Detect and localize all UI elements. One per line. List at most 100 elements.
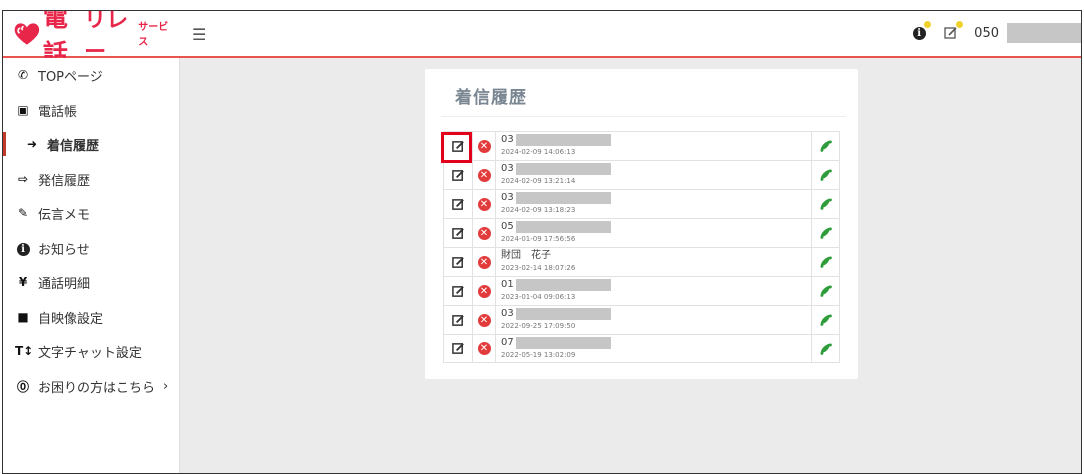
phone-icon (820, 227, 832, 239)
sidebar-item-video-settings[interactable]: ■ 自映像設定 (3, 305, 180, 329)
notifications-button[interactable]: i (910, 21, 932, 42)
call-info: 07 2022-05-19 13:02:09 (495, 334, 812, 363)
sidebar-item-call-details[interactable]: ¥ 通話明細 (3, 270, 180, 294)
edit-icon (451, 140, 464, 152)
caller-number-text: 03 (501, 308, 514, 319)
top-header: 電話 リレー サービス ☰ i 050 (3, 11, 1081, 68)
caller-number: 03 (501, 134, 811, 146)
memo-button[interactable] (942, 21, 964, 42)
call-info: 05 2024-01-09 17:56:56 (495, 219, 812, 247)
caller-number-text: 03 (501, 134, 514, 145)
call-info: 財団 花子 2023-02-14 18:07:26 (495, 248, 812, 276)
call-back-button[interactable] (812, 190, 839, 218)
close-circle-icon: ✕ (477, 226, 491, 240)
call-back-button[interactable] (812, 248, 839, 276)
close-circle-icon: ✕ (477, 139, 491, 153)
masked-number (1007, 23, 1081, 43)
logo-small-text: サービス (138, 22, 169, 48)
sidebar-item-label: 発信履歴 (38, 173, 91, 189)
delete-button[interactable]: ✕ (473, 161, 495, 189)
phone-icon (820, 256, 832, 268)
caller-number: 03 (501, 163, 811, 175)
caller-number: 03 (501, 192, 811, 204)
caller-number-text: 03 (501, 163, 514, 174)
caller-number: 05 (501, 221, 811, 233)
masked-number (515, 336, 611, 349)
edit-memo-button[interactable] (444, 161, 473, 189)
sidebar-item-messages[interactable]: ✎ 伝言メモ (3, 201, 180, 225)
sidebar-item-chat-settings[interactable]: T↕ 文字チャット設定 (3, 339, 180, 363)
divider (441, 116, 846, 117)
hamburger-icon[interactable]: ☰ (192, 25, 206, 44)
delete-button[interactable]: ✕ (473, 132, 495, 160)
edit-icon (451, 314, 464, 326)
sidebar-item-label: お困りの方はこちら (38, 380, 156, 396)
sidebar-item-notices[interactable]: i お知らせ (3, 236, 180, 260)
chevron-right-icon: › (163, 378, 169, 394)
edit-memo-button[interactable] (444, 306, 473, 334)
close-circle-icon: ✕ (477, 255, 491, 269)
edit-memo-button[interactable] (444, 334, 473, 363)
call-back-button[interactable] (812, 335, 839, 363)
delete-button[interactable]: ✕ (473, 219, 495, 247)
phone-icon (820, 343, 832, 355)
call-timestamp: 2024-02-09 13:21:14 (501, 177, 576, 185)
phone-icon (820, 314, 832, 326)
caller-number-text: 01 (501, 279, 514, 290)
edit-memo-button[interactable] (444, 132, 473, 160)
sidebar-item-top[interactable]: ✆ TOPページ (3, 63, 180, 87)
edit-memo-button[interactable] (444, 219, 473, 247)
call-back-button[interactable] (812, 277, 839, 305)
call-back-button[interactable] (812, 306, 839, 334)
phone-icon (820, 140, 832, 152)
caller-number-text: 05 (501, 221, 514, 232)
user-phone-number: 050 (974, 23, 1081, 43)
table-row: ✕ 03 2024-02-09 14:06:13 (443, 131, 840, 160)
delete-button[interactable]: ✕ (473, 277, 495, 305)
notification-dot (956, 21, 964, 28)
app-frame: 電話 リレー サービス ☰ i 050 ✆ TOPページ ▣ 電話帳 ➜ 着信履… (2, 10, 1082, 474)
table-row: ✕ 03 2022-09-25 17:09:50 (443, 305, 840, 334)
edit-icon (451, 343, 464, 354)
call-info: 03 2024-02-09 13:18:23 (495, 190, 812, 218)
notification-dot (924, 21, 932, 28)
sidebar-item-outgoing-history[interactable]: ⇨ 発信履歴 (3, 167, 180, 191)
delete-button[interactable]: ✕ (473, 306, 495, 334)
edit-memo-button[interactable] (444, 248, 473, 276)
delete-button[interactable]: ✕ (473, 335, 495, 363)
close-circle-icon: ✕ (477, 284, 491, 298)
sidebar-item-help[interactable]: ⓪ お困りの方はこちら › (3, 374, 180, 398)
table-row: ✕ 03 2024-02-09 13:18:23 (443, 189, 840, 218)
phone-prefix: 050 (974, 25, 999, 41)
logo[interactable]: 電話 リレー サービス (13, 11, 171, 68)
call-back-button[interactable] (812, 161, 839, 189)
call-back-button[interactable] (812, 132, 839, 160)
call-info: 03 2022-09-25 17:09:50 (495, 306, 812, 334)
info-icon: i (912, 26, 926, 40)
table-row: ✕ 03 2024-02-09 13:21:14 (443, 160, 840, 189)
address-book-icon: ▣ (17, 103, 29, 117)
call-info: 01 2023-01-04 09:06:13 (495, 277, 812, 305)
call-timestamp: 2024-02-09 13:18:23 (501, 206, 576, 214)
header-actions: i 050 (910, 21, 1081, 43)
call-timestamp: 2024-01-09 17:56:56 (501, 235, 576, 243)
delete-button[interactable]: ✕ (473, 248, 495, 276)
edit-memo-button[interactable] (444, 190, 473, 218)
delete-button[interactable]: ✕ (473, 190, 495, 218)
sidebar-item-label: お知らせ (38, 242, 90, 258)
question-circle-icon: ⓪ (16, 379, 29, 394)
info-icon: i (15, 241, 31, 256)
call-list: ✕ 03 2024-02-09 14:06:13 ✕ 03 2024-02-09 13:2… (443, 131, 840, 363)
masked-number (515, 221, 611, 233)
edit-icon (944, 27, 957, 39)
page-title: 着信履歴 (455, 88, 527, 108)
sidebar-item-incoming-history[interactable]: ➜ 着信履歴 (3, 132, 180, 156)
sidebar-item-phonebook[interactable]: ▣ 電話帳 (3, 98, 180, 122)
sign-in-icon: ➜ (26, 137, 38, 151)
close-circle-icon: ✕ (477, 197, 491, 211)
call-back-button[interactable] (812, 219, 839, 247)
call-timestamp: 2024-02-09 14:06:13 (501, 148, 576, 156)
caller-number: 01 (501, 279, 811, 291)
edit-memo-button[interactable] (444, 277, 473, 305)
edit-icon (451, 227, 464, 239)
